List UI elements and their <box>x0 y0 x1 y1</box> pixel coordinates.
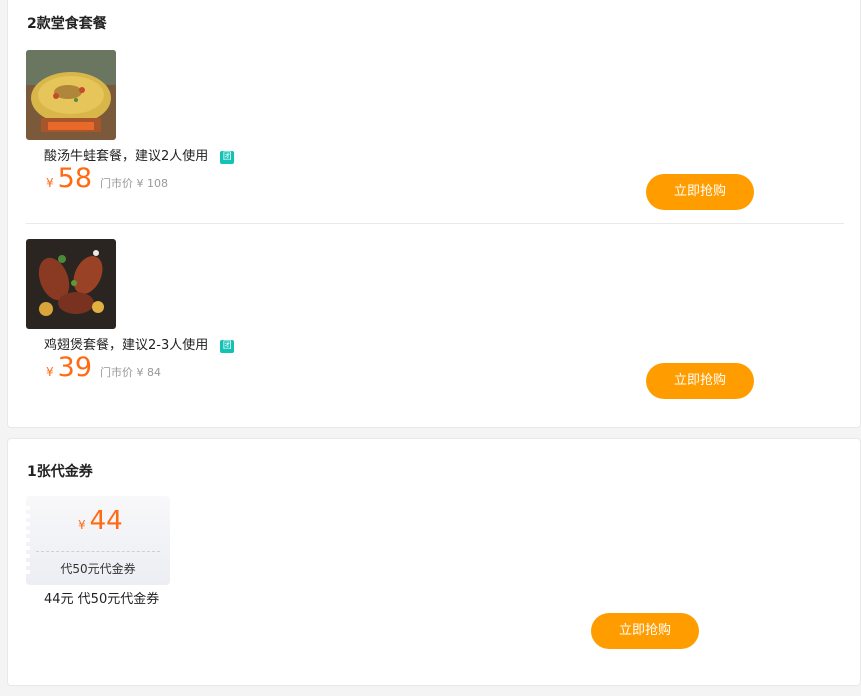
voucher-section-title: 1张代金券 <box>27 464 93 480</box>
currency-symbol: ¥ <box>46 176 54 190</box>
coupon-label: 代50元代金券 <box>60 562 136 576</box>
original-price: 门市价 ¥ 108 <box>100 177 168 190</box>
coupon-price-value: 44 <box>89 506 123 536</box>
dine-in-card: 2款堂食套餐 酸汤牛蛙套餐，建议2人使用团 ¥58 门市价 ¥ 108 立即抢购 <box>7 0 861 428</box>
deal-name[interactable]: 鸡翅煲套餐，建议2-3人使用团 <box>44 334 235 353</box>
coupon-price: ¥44 <box>78 506 123 536</box>
coupon-divider <box>36 551 160 552</box>
original-price: 门市价 ¥ 84 <box>100 366 161 379</box>
deal-price: 39 <box>57 352 92 383</box>
voucher-card: 1张代金券 ¥44 代50元代金券 44元 代50元代金券 立即抢购 <box>7 438 861 686</box>
group-buy-badge: 团 <box>220 340 235 353</box>
currency-symbol: ¥ <box>78 518 86 532</box>
group-buy-badge: 团 <box>220 151 235 164</box>
voucher-caption[interactable]: 44元 代50元代金券 <box>44 588 159 607</box>
chicken-wings-photo-icon[interactable] <box>26 239 116 329</box>
deal-name[interactable]: 酸汤牛蛙套餐，建议2人使用团 <box>44 145 235 164</box>
deal-item-1[interactable]: 酸汤牛蛙套餐，建议2人使用团 ¥58 门市价 ¥ 108 立即抢购 <box>26 50 846 220</box>
hotpot-photo-icon[interactable] <box>26 50 116 140</box>
divider <box>26 223 844 224</box>
buy-now-button[interactable]: 立即抢购 <box>646 363 754 399</box>
buy-now-button[interactable]: 立即抢购 <box>646 174 754 210</box>
currency-symbol: ¥ <box>46 365 54 379</box>
price-row: ¥58 门市价 ¥ 108 <box>46 163 168 199</box>
price-row: ¥39 门市价 ¥ 84 <box>46 352 161 388</box>
voucher-coupon[interactable]: ¥44 代50元代金券 <box>22 496 170 585</box>
buy-now-button[interactable]: 立即抢购 <box>591 613 699 649</box>
deal-price: 58 <box>57 163 92 194</box>
deal-item-2[interactable]: 鸡翅煲套餐，建议2-3人使用团 ¥39 门市价 ¥ 84 立即抢购 <box>26 239 846 409</box>
dine-in-section-title: 2款堂食套餐 <box>27 16 107 32</box>
